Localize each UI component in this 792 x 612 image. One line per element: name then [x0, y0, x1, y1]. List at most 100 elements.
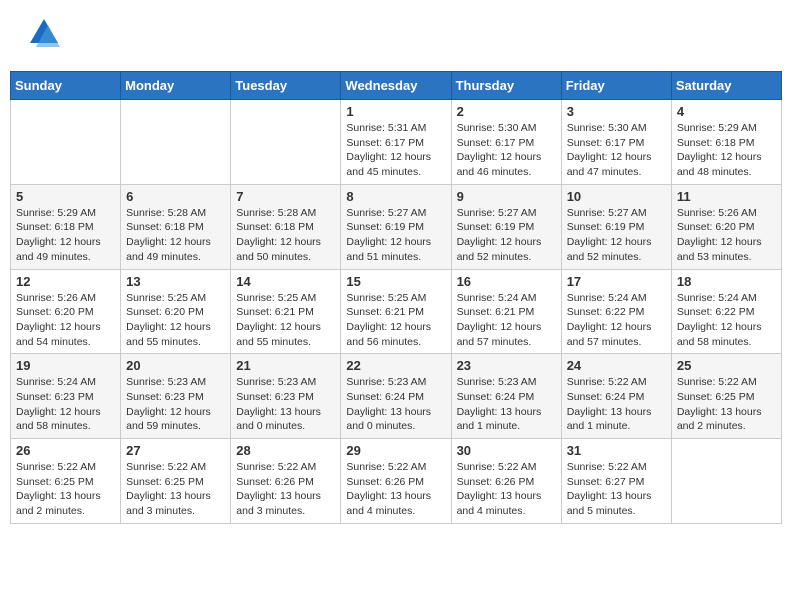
day-number: 9: [457, 189, 556, 204]
day-number: 16: [457, 274, 556, 289]
calendar-cell: 30Sunrise: 5:22 AM Sunset: 6:26 PM Dayli…: [451, 439, 561, 524]
day-info: Sunrise: 5:28 AM Sunset: 6:18 PM Dayligh…: [126, 206, 225, 265]
day-number: 31: [567, 443, 666, 458]
calendar-header-sunday: Sunday: [11, 72, 121, 100]
day-info: Sunrise: 5:29 AM Sunset: 6:18 PM Dayligh…: [16, 206, 115, 265]
calendar-week-row: 19 Sunrise: 5:24 AM Sunset: 6:23 PM Dayli…: [11, 354, 782, 439]
day-info: Sunrise: 5:23 AM Sunset: 6:23 PM Dayligh…: [236, 375, 335, 434]
day-info: Sunrise: 5:27 AM Sunset: 6:19 PM Dayligh…: [346, 206, 445, 265]
calendar-week-row: 26 Sunrise: 5:22 AM Sunset: 6:25 PM Dayli…: [11, 439, 782, 524]
day-number: 6: [126, 189, 225, 204]
calendar-cell: [231, 100, 341, 185]
day-number: 18: [677, 274, 776, 289]
calendar-cell: 11 Sunrise: 5:26 AM Sunset: 6:20 PM Dayli…: [671, 184, 781, 269]
day-info: Sunrise: 5:22 AM Sunset: 6:25 PM Dayligh…: [677, 375, 776, 434]
day-info: Sunrise: 5:27 AM Sunset: 6:19 PM Dayligh…: [567, 206, 666, 265]
day-info: Sunrise: 5:24 AM Sunset: 6:22 PM Dayligh…: [677, 291, 776, 350]
day-info: Sunrise: 5:26 AM Sunset: 6:20 PM Dayligh…: [677, 206, 776, 265]
calendar-cell: 17 Sunrise: 5:24 AM Sunset: 6:22 PM Dayli…: [561, 269, 671, 354]
day-info: Sunrise: 5:22 AM Sunset: 6:26 PM Dayligh…: [457, 460, 556, 519]
day-info: Sunrise: 5:31 AM Sunset: 6:17 PM Dayligh…: [346, 121, 445, 180]
calendar-week-row: 1 Sunrise: 5:31 AM Sunset: 6:17 PM Daylig…: [11, 100, 782, 185]
calendar-week-row: 12Sunrise: 5:26 AM Sunset: 6:20 PM Dayli…: [11, 269, 782, 354]
calendar-cell: [121, 100, 231, 185]
logo-icon: [26, 15, 62, 51]
day-number: 23: [457, 358, 556, 373]
calendar-cell: 6 Sunrise: 5:28 AM Sunset: 6:18 PM Daylig…: [121, 184, 231, 269]
calendar-cell: 14 Sunrise: 5:25 AM Sunset: 6:21 PM Dayli…: [231, 269, 341, 354]
day-number: 21: [236, 358, 335, 373]
page-header: [10, 10, 782, 61]
day-number: 29: [346, 443, 445, 458]
day-number: 1: [346, 104, 445, 119]
calendar-table: SundayMondayTuesdayWednesdayThursdayFrid…: [10, 71, 782, 524]
calendar-cell: 13 Sunrise: 5:25 AM Sunset: 6:20 PM Dayli…: [121, 269, 231, 354]
calendar-cell: 1 Sunrise: 5:31 AM Sunset: 6:17 PM Daylig…: [341, 100, 451, 185]
day-info: Sunrise: 5:25 AM Sunset: 6:21 PM Dayligh…: [346, 291, 445, 350]
calendar-cell: 9 Sunrise: 5:27 AM Sunset: 6:19 PM Daylig…: [451, 184, 561, 269]
day-info: Sunrise: 5:22 AM Sunset: 6:25 PM Dayligh…: [16, 460, 115, 519]
calendar-cell: 23 Sunrise: 5:23 AM Sunset: 6:24 PM Dayli…: [451, 354, 561, 439]
calendar-header-friday: Friday: [561, 72, 671, 100]
calendar-cell: 12Sunrise: 5:26 AM Sunset: 6:20 PM Dayli…: [11, 269, 121, 354]
calendar-cell: 31 Sunrise: 5:22 AM Sunset: 6:27 PM Dayli…: [561, 439, 671, 524]
calendar-cell: 18 Sunrise: 5:24 AM Sunset: 6:22 PM Dayli…: [671, 269, 781, 354]
calendar-cell: 28Sunrise: 5:22 AM Sunset: 6:26 PM Dayli…: [231, 439, 341, 524]
calendar-header-saturday: Saturday: [671, 72, 781, 100]
day-number: 2: [457, 104, 556, 119]
day-info: Sunrise: 5:22 AM Sunset: 6:24 PM Dayligh…: [567, 375, 666, 434]
day-number: 17: [567, 274, 666, 289]
day-info: Sunrise: 5:22 AM Sunset: 6:25 PM Dayligh…: [126, 460, 225, 519]
calendar-cell: 24 Sunrise: 5:22 AM Sunset: 6:24 PM Dayli…: [561, 354, 671, 439]
calendar-week-row: 5 Sunrise: 5:29 AM Sunset: 6:18 PM Daylig…: [11, 184, 782, 269]
day-number: 27: [126, 443, 225, 458]
day-number: 14: [236, 274, 335, 289]
calendar-header-row: SundayMondayTuesdayWednesdayThursdayFrid…: [11, 72, 782, 100]
calendar-cell: 2Sunrise: 5:30 AM Sunset: 6:17 PM Daylig…: [451, 100, 561, 185]
day-info: Sunrise: 5:24 AM Sunset: 6:22 PM Dayligh…: [567, 291, 666, 350]
calendar-cell: 29 Sunrise: 5:22 AM Sunset: 6:26 PM Dayli…: [341, 439, 451, 524]
day-info: Sunrise: 5:23 AM Sunset: 6:24 PM Dayligh…: [457, 375, 556, 434]
day-number: 24: [567, 358, 666, 373]
calendar-cell: 7Sunrise: 5:28 AM Sunset: 6:18 PM Daylig…: [231, 184, 341, 269]
day-number: 8: [346, 189, 445, 204]
calendar-cell: 25 Sunrise: 5:22 AM Sunset: 6:25 PM Dayli…: [671, 354, 781, 439]
calendar-cell: 27 Sunrise: 5:22 AM Sunset: 6:25 PM Dayli…: [121, 439, 231, 524]
day-info: Sunrise: 5:24 AM Sunset: 6:21 PM Dayligh…: [457, 291, 556, 350]
calendar-cell: [671, 439, 781, 524]
day-info: Sunrise: 5:27 AM Sunset: 6:19 PM Dayligh…: [457, 206, 556, 265]
day-info: Sunrise: 5:22 AM Sunset: 6:26 PM Dayligh…: [236, 460, 335, 519]
day-number: 19: [16, 358, 115, 373]
calendar-cell: 10 Sunrise: 5:27 AM Sunset: 6:19 PM Dayli…: [561, 184, 671, 269]
day-number: 3: [567, 104, 666, 119]
logo: [20, 15, 62, 56]
calendar-header-wednesday: Wednesday: [341, 72, 451, 100]
calendar-cell: 3 Sunrise: 5:30 AM Sunset: 6:17 PM Daylig…: [561, 100, 671, 185]
calendar-cell: 4Sunrise: 5:29 AM Sunset: 6:18 PM Daylig…: [671, 100, 781, 185]
day-info: Sunrise: 5:22 AM Sunset: 6:26 PM Dayligh…: [346, 460, 445, 519]
day-number: 5: [16, 189, 115, 204]
day-info: Sunrise: 5:22 AM Sunset: 6:27 PM Dayligh…: [567, 460, 666, 519]
day-number: 25: [677, 358, 776, 373]
day-number: 7: [236, 189, 335, 204]
day-number: 26: [16, 443, 115, 458]
calendar-cell: 5 Sunrise: 5:29 AM Sunset: 6:18 PM Daylig…: [11, 184, 121, 269]
day-number: 11: [677, 189, 776, 204]
day-info: Sunrise: 5:26 AM Sunset: 6:20 PM Dayligh…: [16, 291, 115, 350]
calendar-cell: 16 Sunrise: 5:24 AM Sunset: 6:21 PM Dayli…: [451, 269, 561, 354]
calendar-cell: 26 Sunrise: 5:22 AM Sunset: 6:25 PM Dayli…: [11, 439, 121, 524]
day-info: Sunrise: 5:30 AM Sunset: 6:17 PM Dayligh…: [567, 121, 666, 180]
day-number: 13: [126, 274, 225, 289]
day-number: 10: [567, 189, 666, 204]
calendar-cell: [11, 100, 121, 185]
day-info: Sunrise: 5:24 AM Sunset: 6:23 PM Dayligh…: [16, 375, 115, 434]
calendar-cell: 21 Sunrise: 5:23 AM Sunset: 6:23 PM Dayli…: [231, 354, 341, 439]
day-info: Sunrise: 5:25 AM Sunset: 6:21 PM Dayligh…: [236, 291, 335, 350]
calendar-header-monday: Monday: [121, 72, 231, 100]
day-info: Sunrise: 5:23 AM Sunset: 6:24 PM Dayligh…: [346, 375, 445, 434]
calendar-cell: 8 Sunrise: 5:27 AM Sunset: 6:19 PM Daylig…: [341, 184, 451, 269]
calendar-header-thursday: Thursday: [451, 72, 561, 100]
calendar-cell: 20Sunrise: 5:23 AM Sunset: 6:23 PM Dayli…: [121, 354, 231, 439]
day-info: Sunrise: 5:25 AM Sunset: 6:20 PM Dayligh…: [126, 291, 225, 350]
calendar-cell: 19 Sunrise: 5:24 AM Sunset: 6:23 PM Dayli…: [11, 354, 121, 439]
